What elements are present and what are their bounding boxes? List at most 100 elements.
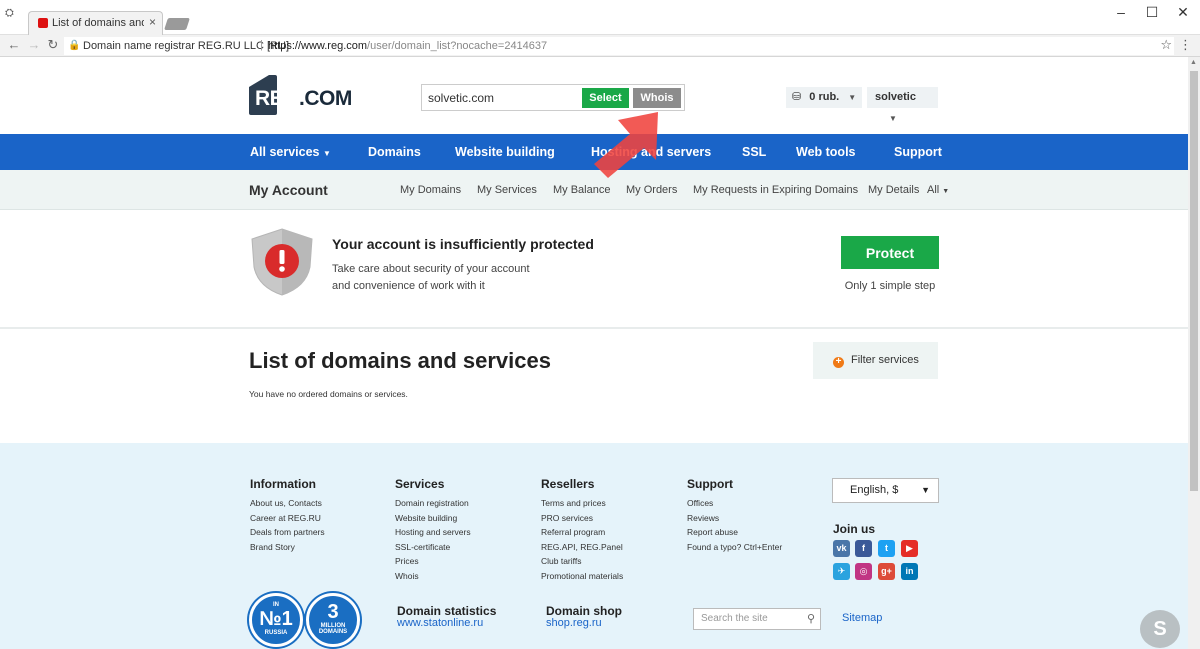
- sitemap-link[interactable]: Sitemap: [842, 612, 882, 624]
- footer-link[interactable]: Reviews: [687, 513, 719, 523]
- account-link-all[interactable]: All ▼: [927, 184, 949, 196]
- footer-link[interactable]: SSL-certificate: [395, 542, 450, 552]
- browser-menu-icon[interactable]: ⋮: [1179, 37, 1192, 53]
- close-window-button[interactable]: ✕: [1168, 3, 1198, 21]
- footer-link[interactable]: About us, Contacts: [250, 498, 322, 508]
- instagram-icon[interactable]: ◎: [855, 563, 872, 580]
- account-link-details[interactable]: My Details: [868, 184, 919, 196]
- incognito-icon: ⛭: [5, 7, 14, 19]
- footer-link[interactable]: REG.API, REG.Panel: [541, 542, 623, 552]
- page-scrollbar[interactable]: ▲: [1188, 57, 1200, 649]
- domain-search-input[interactable]: [428, 90, 578, 106]
- tab-close-icon[interactable]: ×: [149, 15, 156, 29]
- new-tab-button[interactable]: [164, 18, 190, 30]
- nav-website-building[interactable]: Website building: [455, 145, 555, 159]
- protect-note: Only 1 simple step: [844, 280, 936, 292]
- footer-link[interactable]: Referral program: [541, 527, 605, 537]
- bookmark-star-icon[interactable]: ☆: [1160, 37, 1172, 53]
- footer-link[interactable]: Found a typo? Ctrl+Enter: [687, 542, 782, 552]
- address-bar: ← → ↻ 🔒 Domain name registrar REG.RU LLC…: [0, 35, 1200, 57]
- footer-link[interactable]: Whois: [395, 571, 419, 581]
- minimize-button[interactable]: –: [1106, 3, 1136, 21]
- nav-web-tools[interactable]: Web tools: [796, 145, 856, 159]
- account-link-orders[interactable]: My Orders: [626, 184, 677, 196]
- twitter-icon[interactable]: t: [878, 540, 895, 557]
- footer-link[interactable]: Career at REG.RU: [250, 513, 321, 523]
- facebook-icon[interactable]: f: [855, 540, 872, 557]
- url-text: https://www.reg.com/user/domain_list?noc…: [268, 40, 547, 52]
- nav-ssl[interactable]: SSL: [742, 145, 766, 159]
- nav-domains[interactable]: Domains: [368, 145, 421, 159]
- nav-label: All services: [250, 145, 320, 159]
- badge-text: 3: [327, 601, 339, 623]
- account-link-expiring-requests[interactable]: My Requests in Expiring Domains: [693, 184, 858, 196]
- shield-warning-icon: [251, 228, 313, 296]
- domain-shop-title: Domain shop: [546, 604, 623, 618]
- scroll-thumb[interactable]: [1190, 71, 1198, 491]
- back-icon[interactable]: ←: [6, 37, 22, 53]
- footer-link[interactable]: Offices: [687, 498, 713, 508]
- logo-text: REG.COM: [255, 87, 352, 111]
- footer-link[interactable]: Domain registration: [395, 498, 469, 508]
- nav-all-services[interactable]: All services ▼: [250, 145, 331, 159]
- maximize-button[interactable]: ☐: [1137, 3, 1167, 21]
- badge-text: №1: [259, 608, 293, 630]
- footer-title-information: Information: [250, 477, 316, 491]
- filter-label: Filter services: [851, 354, 919, 366]
- language-select[interactable]: English, $ ▼: [832, 478, 939, 503]
- site-search-input[interactable]: Search the site ⚲: [693, 608, 821, 630]
- footer-link[interactable]: Website building: [395, 513, 457, 523]
- security-line-1: Take care about security of your account: [332, 263, 530, 275]
- account-link-domains[interactable]: My Domains: [400, 184, 461, 196]
- account-link-balance[interactable]: My Balance: [553, 184, 610, 196]
- nav-support[interactable]: Support: [894, 145, 942, 159]
- annotation-arrow-icon: [594, 112, 658, 178]
- footer-link[interactable]: Terms and prices: [541, 498, 606, 508]
- forward-icon[interactable]: →: [26, 37, 42, 53]
- omnibox[interactable]: 🔒 Domain name registrar REG.RU LLC [RU] …: [64, 37, 1174, 55]
- footer-link[interactable]: Hosting and servers: [395, 527, 471, 537]
- balance-dropdown[interactable]: ⛁ 0 rub. ▼: [786, 87, 862, 108]
- search-icon[interactable]: ⚲: [807, 609, 815, 629]
- select-button[interactable]: Select: [582, 88, 629, 108]
- statonline-link[interactable]: www.statonline.ru: [397, 617, 483, 629]
- tab-title: List of domains and servi: [52, 17, 144, 29]
- footer-link[interactable]: Brand Story: [250, 542, 295, 552]
- footer-title-support: Support: [687, 477, 733, 491]
- language-value: English, $: [850, 484, 899, 496]
- scroll-up-icon[interactable]: ▲: [1190, 59, 1197, 66]
- empty-list-message: You have no ordered domains or services.: [249, 389, 408, 399]
- footer-link[interactable]: Club tariffs: [541, 556, 581, 566]
- footer-link[interactable]: Deals from partners: [250, 527, 325, 537]
- browser-tab[interactable]: List of domains and servi ×: [28, 11, 163, 35]
- join-us-title: Join us: [833, 522, 876, 536]
- user-dropdown[interactable]: solvetic ▼: [867, 87, 938, 123]
- logo-com: .COM: [299, 87, 352, 110]
- favicon-icon: [38, 18, 48, 28]
- chevron-down-icon: ▼: [942, 188, 950, 195]
- vk-icon[interactable]: vk: [833, 540, 850, 557]
- telegram-icon[interactable]: ✈: [833, 563, 850, 580]
- protect-button[interactable]: Protect: [841, 236, 939, 269]
- shop-link[interactable]: shop.reg.ru: [546, 617, 602, 629]
- footer: Information About us, Contacts Career at…: [0, 443, 1188, 649]
- footer-link[interactable]: Prices: [395, 556, 419, 566]
- filter-services-button[interactable]: + Filter services: [813, 342, 938, 379]
- linkedin-icon[interactable]: in: [901, 563, 918, 580]
- footer-link[interactable]: Promotional materials: [541, 571, 623, 581]
- reg-com-logo[interactable]: REG.COM: [249, 73, 359, 117]
- account-title[interactable]: My Account: [249, 182, 328, 198]
- account-link-services[interactable]: My Services: [477, 184, 537, 196]
- chevron-down-icon: ▼: [889, 114, 897, 123]
- youtube-icon[interactable]: ▶: [901, 540, 918, 557]
- domain-statistics-title: Domain statistics: [397, 604, 497, 618]
- page-title: List of domains and services: [249, 348, 551, 373]
- footer-link[interactable]: PRO services: [541, 513, 593, 523]
- watermark-logo: S: [1140, 610, 1180, 648]
- username: solvetic: [875, 91, 916, 103]
- whois-button[interactable]: Whois: [633, 88, 681, 108]
- footer-link[interactable]: Report abuse: [687, 527, 738, 537]
- google-plus-icon[interactable]: g+: [878, 563, 895, 580]
- reload-icon[interactable]: ↻: [45, 37, 61, 53]
- browser-tabstrip: ⛭ List of domains and servi × – ☐ ✕: [0, 0, 1200, 35]
